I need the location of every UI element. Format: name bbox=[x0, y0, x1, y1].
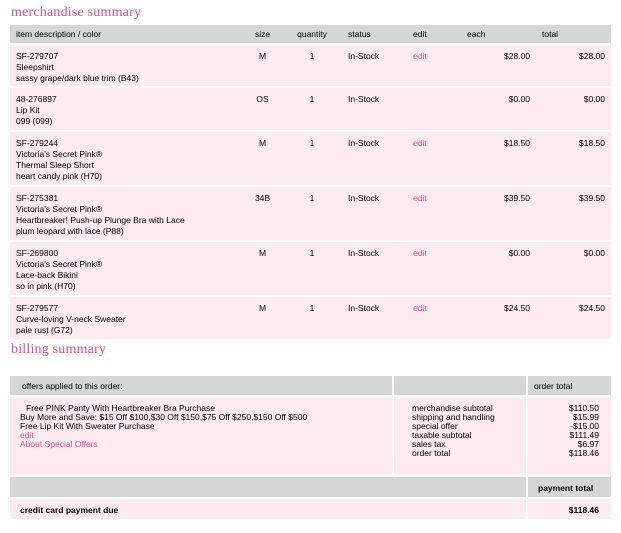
item-quantity: 1 bbox=[282, 240, 342, 296]
order-total-label: order total bbox=[412, 448, 451, 458]
payment-due-value: $118.46 bbox=[568, 505, 599, 515]
item-sku: SF-269800 bbox=[16, 248, 59, 258]
item-total: $18.50 bbox=[536, 130, 611, 186]
item-quantity: 1 bbox=[282, 185, 342, 241]
item-status: In-Stock bbox=[342, 295, 407, 339]
summary-labels: merchandise subtotal shipping and handli… bbox=[412, 404, 495, 458]
edit-link[interactable]: edit bbox=[407, 240, 461, 296]
item-quantity: 1 bbox=[282, 130, 342, 186]
payment-due-label: credit card payment due bbox=[20, 505, 119, 515]
table-row: SF-279244 Victoria's Secret Pink® Thermal … bbox=[10, 130, 611, 186]
header-quantity: quantity bbox=[282, 25, 342, 44]
table-row: 48-276897 Lip Kit 099 (099) OS 1 In-Stock … bbox=[10, 86, 611, 131]
item-total: $0.00 bbox=[536, 240, 611, 296]
edit-link[interactable]: edit bbox=[407, 130, 461, 186]
item-total: $39.50 bbox=[536, 185, 611, 241]
item-sku: SF-279244 bbox=[16, 138, 59, 148]
item-name: Heartbreaker! Push-up Plunge Bra with La… bbox=[16, 215, 185, 225]
item-status: In-Stock bbox=[342, 130, 407, 186]
table-row: SF-279577 Curve-loving V-neck Sweater pale… bbox=[10, 295, 611, 339]
offer-item: Free Lip Kit With Sweater Purchase bbox=[20, 421, 155, 431]
item-color: 099 (099) bbox=[16, 116, 53, 126]
item-size: M bbox=[243, 130, 282, 186]
edit-link[interactable]: edit bbox=[407, 43, 461, 87]
header-description: item description / color bbox=[10, 25, 243, 44]
item-total: $28.00 bbox=[536, 43, 611, 87]
item-quantity: 1 bbox=[282, 43, 342, 87]
item-name: Curve-loving V-neck Sweater bbox=[16, 314, 126, 324]
item-brand: Victoria's Secret Pink® bbox=[16, 149, 103, 159]
merchandise-header-row: item description / color size quantity s… bbox=[10, 25, 611, 44]
item-total: $0.00 bbox=[536, 86, 611, 131]
payment-header-row: payment total bbox=[10, 477, 611, 497]
edit-link[interactable]: edit bbox=[407, 295, 461, 339]
item-size: M bbox=[243, 295, 282, 339]
merchandise-table: item description / color size quantity s… bbox=[10, 25, 611, 339]
item-color: pale rust (G72) bbox=[16, 325, 73, 335]
item-status: In-Stock bbox=[342, 86, 407, 131]
item-size: OS bbox=[243, 86, 282, 131]
billing-header-row: offers applied to this order: order tota… bbox=[10, 376, 611, 395]
item-each: $0.00 bbox=[461, 86, 536, 131]
item-name: Thermal Sleep Short bbox=[16, 160, 94, 170]
item-status: In-Stock bbox=[342, 240, 407, 296]
payment-total-header: payment total bbox=[538, 483, 594, 493]
item-sku: SF-275381 bbox=[16, 193, 59, 203]
table-row: SF-279707 Sleepshirt sassy grape/dark blue… bbox=[10, 43, 611, 87]
offers-list: Free PINK Panty With Heartbreaker Bra Pu… bbox=[20, 404, 390, 449]
item-quantity: 1 bbox=[282, 86, 342, 131]
order-total-header: order total bbox=[534, 381, 573, 391]
table-row: SF-275381 Victoria's Secret Pink® Heartbre… bbox=[10, 185, 611, 241]
order-total-value: $118.46 bbox=[568, 448, 599, 458]
item-size: 34B bbox=[243, 185, 282, 241]
billing-body: Free PINK Panty With Heartbreaker Bra Pu… bbox=[10, 397, 611, 475]
table-row: SF-269800 Victoria's Secret Pink® Lace-bac… bbox=[10, 240, 611, 296]
item-name: Lace-back Bikini bbox=[16, 270, 78, 280]
summary-values: $110.50 $15.99 -$15.00 $111.49 $6.97 $11… bbox=[569, 404, 599, 458]
item-each: $28.00 bbox=[461, 43, 536, 87]
item-quantity: 1 bbox=[282, 295, 342, 339]
item-sku: 48-276897 bbox=[16, 94, 57, 104]
item-each: $18.50 bbox=[461, 130, 536, 186]
item-color: so in pink (H70) bbox=[16, 281, 76, 291]
item-size: M bbox=[243, 240, 282, 296]
item-name: Sleepshirt bbox=[16, 62, 54, 72]
item-sku: SF-279577 bbox=[16, 303, 59, 313]
edit-link[interactable]: edit bbox=[407, 185, 461, 241]
item-color: plum leopard with lace (P88) bbox=[16, 226, 124, 236]
header-edit: edit bbox=[407, 25, 461, 44]
about-special-offers-link[interactable]: About Special Offers bbox=[20, 440, 390, 449]
item-brand: Victoria's Secret Pink® bbox=[16, 259, 103, 269]
header-size: size bbox=[243, 25, 282, 44]
header-each: each bbox=[461, 25, 536, 44]
edit-link[interactable] bbox=[407, 86, 461, 131]
item-total: $24.50 bbox=[536, 295, 611, 339]
item-color: heart candy pink (H70) bbox=[16, 171, 102, 181]
header-status: status bbox=[342, 25, 407, 44]
item-size: M bbox=[243, 43, 282, 87]
item-each: $24.50 bbox=[461, 295, 536, 339]
item-sku: SF-279707 bbox=[16, 51, 59, 61]
payment-due-row: credit card payment due $118.46 bbox=[10, 499, 611, 519]
item-each: $39.50 bbox=[461, 185, 536, 241]
billing-summary-title: billing summary bbox=[11, 342, 107, 357]
item-each: $0.00 bbox=[461, 240, 536, 296]
merchandise-summary-title: merchandise summary bbox=[11, 5, 142, 20]
item-status: In-Stock bbox=[342, 185, 407, 241]
item-brand: Victoria's Secret Pink® bbox=[16, 204, 103, 214]
item-color: sassy grape/dark blue trim (B43) bbox=[16, 73, 139, 83]
item-status: In-Stock bbox=[342, 43, 407, 87]
offers-header: offers applied to this order: bbox=[22, 381, 123, 391]
header-total: total bbox=[536, 25, 611, 44]
item-name: Lip Kit bbox=[16, 105, 40, 115]
